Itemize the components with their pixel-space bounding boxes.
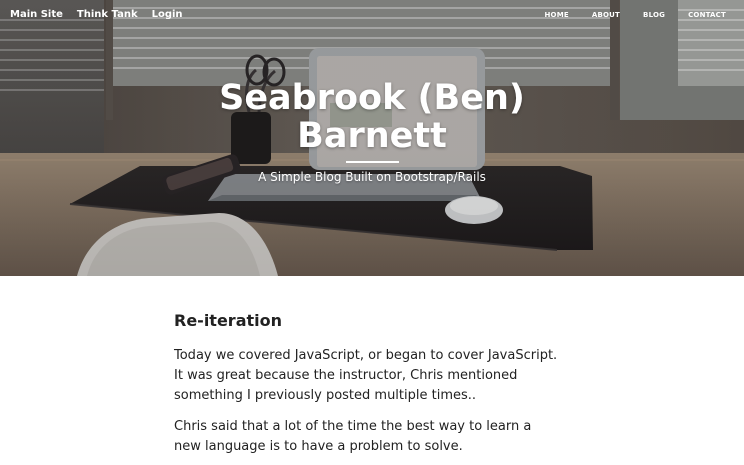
post-paragraph: Chris said that a lot of the time the be… bbox=[174, 419, 532, 454]
blog-post-content: Re-iteration Today we covered JavaScript… bbox=[174, 309, 558, 457]
site-title: Seabrook (Ben) Barnett bbox=[192, 79, 552, 155]
post-paragraph: Today we covered JavaScript, or began to… bbox=[174, 348, 558, 403]
contact-link[interactable]: CONTACT bbox=[688, 11, 726, 19]
left-navigation: Main Site Think Tank Login bbox=[10, 9, 183, 20]
login-link[interactable]: Login bbox=[152, 9, 183, 20]
blog-link[interactable]: BLOG bbox=[643, 11, 665, 19]
site-title-line-1: Seabrook (Ben) bbox=[219, 78, 525, 118]
about-link[interactable]: ABOUT bbox=[592, 11, 620, 19]
hero-text-block: Seabrook (Ben) Barnett A Simple Blog Bui… bbox=[0, 79, 744, 185]
think-tank-link[interactable]: Think Tank bbox=[77, 9, 138, 20]
title-divider bbox=[345, 161, 399, 163]
page: Main Site Think Tank Login HOME ABOUT BL… bbox=[0, 0, 744, 465]
right-navigation: HOME ABOUT BLOG CONTACT bbox=[545, 11, 727, 19]
site-title-line-2: Barnett bbox=[297, 116, 447, 156]
home-link[interactable]: HOME bbox=[545, 11, 569, 19]
post-title: Re-iteration bbox=[174, 311, 282, 330]
site-subtitle: A Simple Blog Built on Bootstrap/Rails bbox=[258, 170, 486, 184]
main-site-link[interactable]: Main Site bbox=[10, 9, 63, 20]
hero-header: Main Site Think Tank Login HOME ABOUT BL… bbox=[0, 0, 744, 276]
